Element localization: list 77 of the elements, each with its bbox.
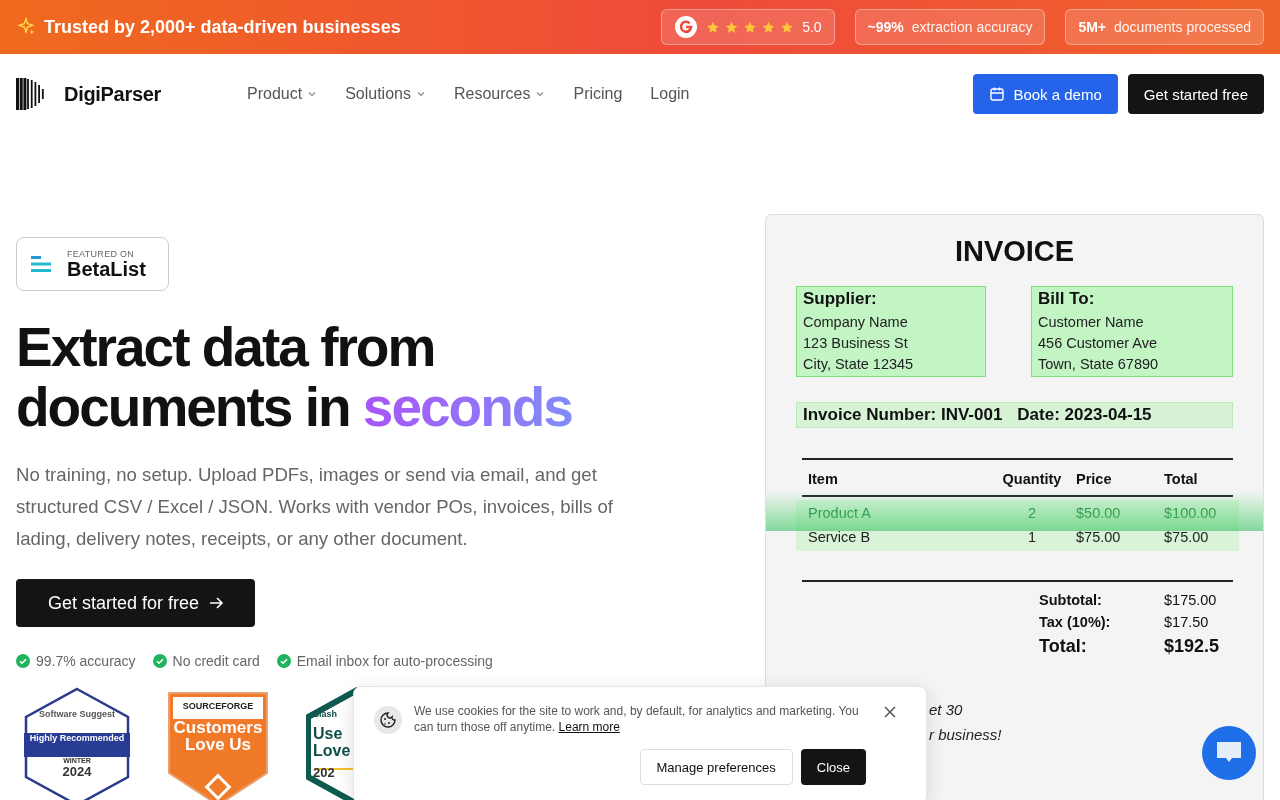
cookie-icon [374,706,402,734]
award-brand: SOURCEFORGE [182,701,254,711]
stat-label: extraction accuracy [911,19,1033,35]
feature-text: Email inbox for auto-processing [296,653,493,669]
caret-icon [307,89,318,99]
address-line: 123 Business St [803,335,909,351]
total-label: Total: [1039,636,1088,657]
caret-icon [415,89,426,99]
table-cell-text: $50.00 [1076,504,1122,523]
book-demo-button[interactable]: Book a demo [973,74,1118,114]
address-line: Company Name [803,314,909,330]
close-icon[interactable] [884,706,896,718]
list-lines-icon [31,253,53,275]
nav-link[interactable]: Login [650,85,690,103]
close-button[interactable]: Close [800,749,866,785]
address-line: City, State 12345 [803,356,915,372]
award-brand: Software Suggest [39,709,115,719]
hero-description: No training, no setup. Upload PDFs, images or send via email, and get structured CSV / Excel / JSON. Works with vendor POs, invoices, bills of lading, delivery notes, receipts, or any other document. [16,463,614,551]
invoice-note: r business! [929,726,1003,743]
table-cell-text: 1 [1026,528,1038,547]
stat-label: documents processed [1114,19,1251,35]
nav-link[interactable]: Solutions [345,85,426,103]
total-value: $175.00 [1164,592,1218,608]
table-cell-text: $75.00 [1164,528,1210,547]
table-cell-text: $75.00 [1076,528,1122,547]
check-icon [152,654,167,668]
brand-name[interactable]: DigiParser [64,82,162,106]
learn-more-link[interactable]: Learn more [558,720,620,734]
table-cell-text: Service B [808,528,872,547]
stat-value: ~99% [867,19,904,35]
table-cell-text: $100.00 [1164,504,1218,523]
featured-name: BetaList [67,259,146,279]
award-label: Highly Recommended [29,733,125,743]
address-line: Customer Name [1038,314,1145,330]
featured-badge[interactable]: FEATURED ON BetaList [16,237,169,291]
nav-link[interactable]: Pricing [573,85,623,103]
column-header: Quantity [1001,470,1063,489]
award-title: Use Love [313,725,351,759]
address-line: 456 Customer Ave [1038,335,1159,351]
cookie-message: We use cookies for the site to work and, by default, for analytics and marketing. You can turn those off anytime. Learn more [414,703,860,735]
caret-icon [535,89,546,99]
check-icon [16,654,30,668]
column-header: Item [808,470,839,489]
rating-score: 5.0 [802,19,822,35]
promo-headline: Trusted by 2,000+ data-driven businesses [44,16,401,38]
total-value: $17.50 [1164,614,1210,630]
column-header: Price [1076,470,1113,489]
nav-link[interactable]: Product [247,85,318,103]
featured-caption: FEATURED ON [67,249,136,259]
review-site-logo [674,15,699,39]
table-cell-text: 2 [1026,504,1038,523]
manage-preferences-button[interactable]: Manage preferences [639,749,793,785]
award-year: 2024 [62,764,92,779]
total-label: Tax (10%): [1039,614,1112,630]
feature-text: No credit card [172,653,260,669]
sparkle-icon [16,17,36,37]
invoice-meta: Invoice Number: INV-001 [803,405,1003,425]
nav-link[interactable]: Resources [453,85,546,103]
invoice-meta: Date: 2023-04-15 [1017,405,1152,425]
address-line: Town, State 67890 [1038,356,1160,372]
address-heading: Supplier: [803,289,878,309]
feature-text: 99.7% accuracy [36,653,136,669]
check-icon [276,654,291,668]
table-cell-text: Product A [808,504,872,523]
calendar-icon [989,86,1006,102]
award-title: Customers Love Us [173,719,263,753]
invoice-note: et 30 [929,701,964,718]
total-label: Subtotal: [1039,592,1103,608]
total-value: $192.5 [1164,636,1221,657]
invoice-title: INVOICE [953,235,1076,268]
logo-icon [16,78,46,110]
get-started-button[interactable]: Get started for free [16,579,256,627]
hero-headline: Extract data from documents in seconds [16,317,573,437]
stat-value: 5M+ [1078,19,1107,35]
get-started-button[interactable]: Get started free [1127,74,1264,114]
address-heading: Bill To: [1038,289,1096,309]
column-header: Total [1164,470,1199,489]
